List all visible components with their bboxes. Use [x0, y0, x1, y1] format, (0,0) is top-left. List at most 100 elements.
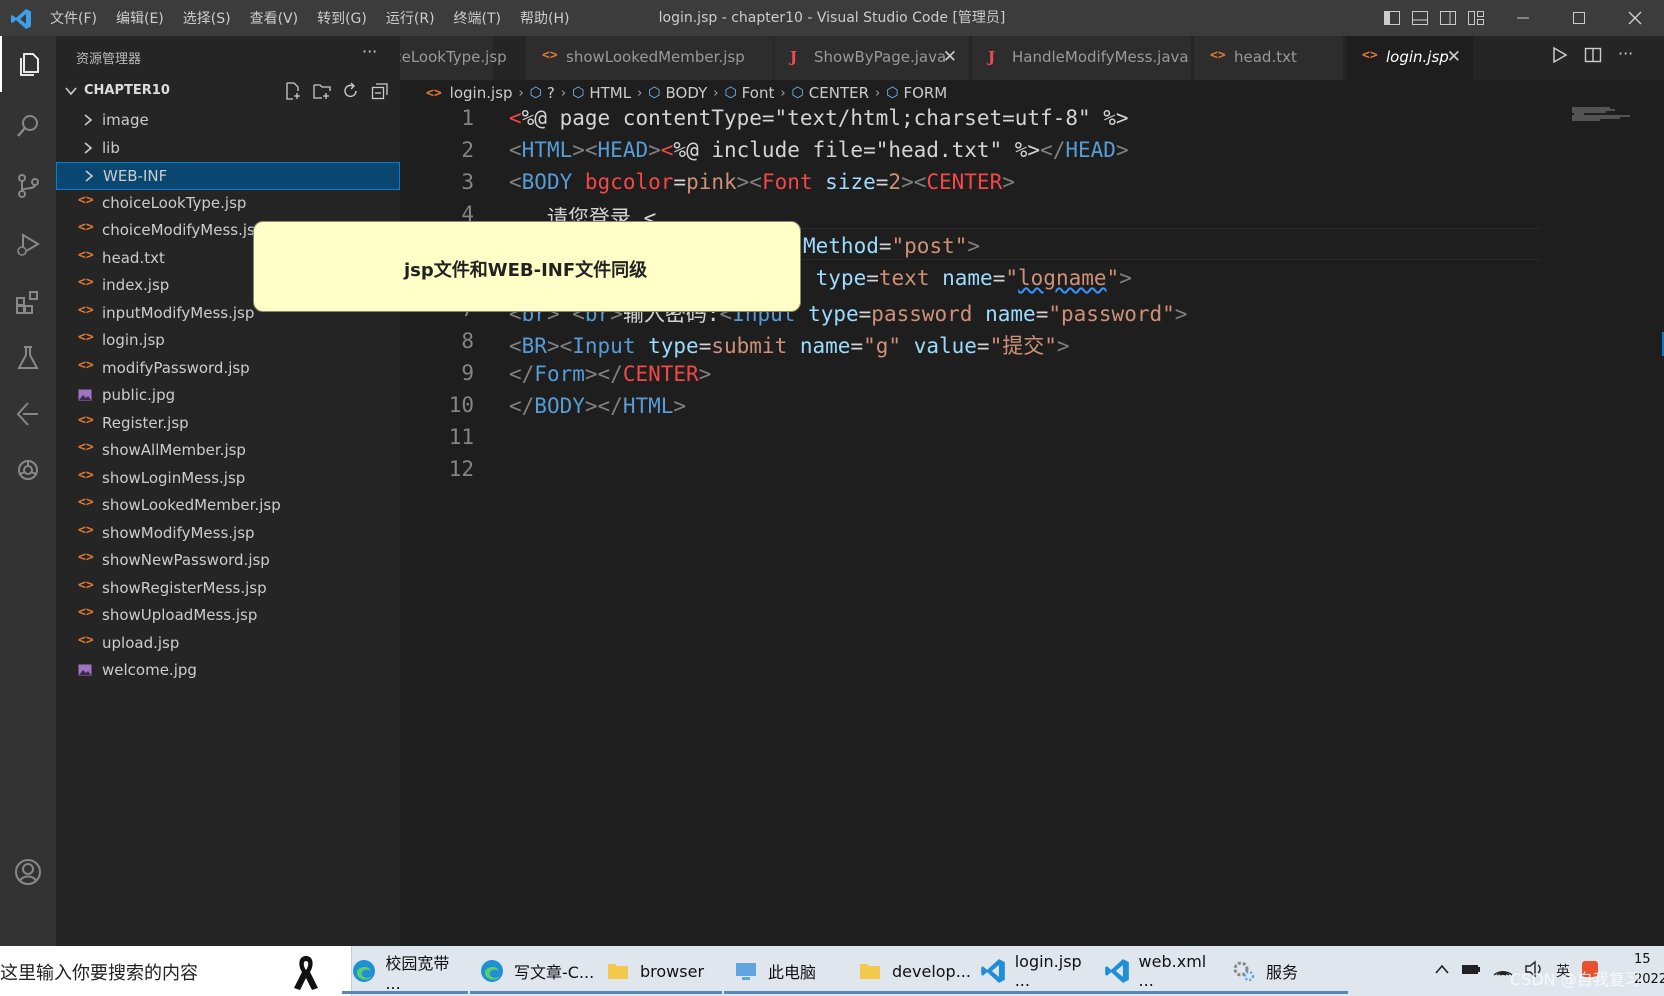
breadcrumb-label: BODY [665, 84, 708, 102]
extensions-icon[interactable] [0, 274, 56, 330]
taskbar-app-button[interactable]: 服务 [1222, 946, 1348, 996]
taskbar-app-label: 校园宽带 ... [385, 953, 450, 993]
breadcrumb-item[interactable]: ⬡? [530, 84, 555, 102]
breadcrumb-label: CENTER [808, 84, 870, 102]
file-tree: image lib WEB-INF <> choiceLookType.jsp <> cho… [56, 107, 400, 685]
file-tree-item[interactable]: <> showUploadMess.jsp [56, 602, 400, 630]
new-file-icon[interactable] [284, 82, 302, 104]
breadcrumb-item[interactable]: ⬡ FORM [886, 84, 947, 102]
breadcrumb-item[interactable]: ⬡ HTML [572, 84, 631, 102]
breadcrumb-item[interactable]: ⬡ CENTER [792, 84, 869, 102]
breadcrumb-item[interactable]: ⬡ Font [724, 84, 774, 102]
remote-explorer-icon[interactable] [0, 386, 56, 442]
file-tree-item[interactable]: welcome.jpg [56, 657, 400, 685]
file-name: choiceLookType.jsp [102, 193, 247, 212]
search-icon[interactable] [0, 98, 56, 154]
chatgpt-icon[interactable] [0, 442, 56, 498]
line-number: 8 [461, 329, 474, 354]
refresh-icon[interactable] [342, 82, 360, 104]
menu-view[interactable]: 查看(V) [250, 8, 299, 28]
taskbar-app-button[interactable]: web.xml ... [1096, 946, 1222, 996]
close-tab-icon[interactable]: ✕ [1447, 47, 1461, 67]
more-actions-icon[interactable]: ··· [362, 42, 377, 61]
file-tree-item[interactable]: <> showAllMember.jsp [56, 437, 400, 465]
minimap[interactable] [1570, 106, 1650, 126]
file-tree-item[interactable]: <> showRegisterMess.jsp [56, 575, 400, 603]
toggle-secondary-sidebar-icon[interactable] [1439, 9, 1457, 31]
menu-go[interactable]: 转到(G) [317, 8, 367, 28]
code-line-8: <BR><Input type=submit name="g" value="提… [509, 334, 1070, 358]
breadcrumb-item[interactable]: ⬡ BODY [648, 84, 707, 102]
file-tree-item[interactable]: WEB-INF [56, 162, 400, 190]
title-bar: 文件(F) 编辑(E) 选择(S) 查看(V) 转到(G) 运行(R) 终端(T… [0, 0, 1664, 36]
file-tree-item[interactable]: <> upload.jsp [56, 630, 400, 658]
account-icon[interactable] [0, 844, 56, 900]
split-editor-icon[interactable] [1584, 46, 1602, 68]
taskbar-app-button[interactable]: login.jsp ... [972, 946, 1098, 996]
menu-file[interactable]: 文件(F) [50, 8, 97, 28]
run-and-debug-icon[interactable] [0, 216, 56, 272]
menu-selection[interactable]: 选择(S) [183, 8, 231, 28]
editor-tab[interactable]: <> showLookedMember.jsp [526, 36, 774, 80]
code-file-icon: <> [78, 467, 94, 483]
minimize-button[interactable] [1498, 0, 1548, 36]
taskbar-app-label: web.xml ... [1138, 952, 1207, 990]
taskbar-app-button[interactable]: browser [596, 946, 722, 996]
close-tab-icon[interactable]: ✕ [943, 47, 957, 67]
folder-icon [856, 957, 884, 985]
code-file-icon: <> [78, 550, 94, 565]
editor-tab[interactable]: oiceLookType.jsp [400, 36, 507, 80]
editor-tab[interactable]: <> head.txt [1194, 36, 1344, 80]
collapse-all-icon[interactable] [371, 82, 389, 104]
file-tree-item[interactable]: lib [56, 135, 400, 163]
element-icon: ⬡ [886, 85, 899, 101]
breadcrumb-item[interactable]: <> login.jsp [426, 84, 512, 102]
editor-tab[interactable]: J ShowByPage.java ✕ [774, 36, 970, 80]
run-icon[interactable] [1550, 46, 1568, 68]
toggle-panel-icon[interactable] [1411, 9, 1429, 31]
editor-tab[interactable]: J HandleModifyMess.java [972, 36, 1192, 80]
file-tree-item[interactable]: <> showNewPassword.jsp [56, 547, 400, 575]
taskbar-app-button[interactable]: develop... [848, 946, 974, 996]
menu-terminal[interactable]: 终端(T) [454, 8, 501, 28]
file-tree-item[interactable]: <> Register.jsp [56, 410, 400, 438]
taskbar-search-box[interactable]: 这里输入你要搜索的内容 [0, 946, 352, 996]
java-file-icon: J [988, 48, 996, 66]
code-file-icon: <> [78, 275, 94, 290]
file-tree-item[interactable]: <> showLoginMess.jsp [56, 465, 400, 493]
menu-help[interactable]: 帮助(H) [520, 8, 569, 28]
menu-run[interactable]: 运行(R) [386, 8, 435, 28]
tab-label: showLookedMember.jsp [566, 48, 745, 66]
customize-layout-icon[interactable] [1467, 9, 1485, 31]
new-folder-icon[interactable] [313, 82, 331, 104]
code-line-5: Method="post"> [803, 234, 981, 258]
code-file-icon: <> [78, 192, 94, 208]
breadcrumb-label: login.jsp [449, 84, 513, 102]
file-tree-item[interactable]: public.jpg [56, 382, 400, 410]
maximize-button[interactable] [1554, 0, 1604, 36]
close-window-button[interactable] [1610, 0, 1660, 36]
code-line-2: <HTML><HEAD><%@ include file="head.txt" … [509, 138, 1129, 162]
taskbar-app-button[interactable]: 写文章-C... [470, 946, 596, 996]
running-indicator [342, 991, 468, 994]
more-actions-icon[interactable]: ··· [1618, 46, 1633, 68]
breadcrumb-label: FORM [903, 84, 948, 102]
file-tree-item[interactable]: <> choiceLookType.jsp [56, 190, 400, 218]
explorer-icon[interactable] [0, 36, 56, 92]
editor-tab[interactable]: <> login.jsp ✕ [1346, 36, 1474, 80]
file-tree-item[interactable]: <> login.jsp [56, 327, 400, 355]
taskbar-app-button[interactable]: 此电脑 [724, 946, 850, 996]
menu-edit[interactable]: 编辑(E) [116, 8, 164, 28]
file-tree-item[interactable]: <> showModifyMess.jsp [56, 520, 400, 548]
toggle-primary-sidebar-icon[interactable] [1383, 9, 1401, 31]
testing-icon[interactable] [0, 330, 56, 386]
folder-icon [604, 957, 632, 985]
source-control-icon[interactable] [0, 158, 56, 214]
chevron-up-icon[interactable] [1434, 963, 1450, 979]
battery-icon[interactable] [1460, 962, 1482, 980]
file-tree-item[interactable]: <> showLookedMember.jsp [56, 492, 400, 520]
file-tree-item[interactable]: <> modifyPassword.jsp [56, 355, 400, 383]
file-tree-item[interactable]: image [56, 107, 400, 135]
taskbar-app-button[interactable]: 校园宽带 ... [342, 946, 468, 996]
workspace-folder-header[interactable]: CHAPTER10 [56, 82, 400, 104]
